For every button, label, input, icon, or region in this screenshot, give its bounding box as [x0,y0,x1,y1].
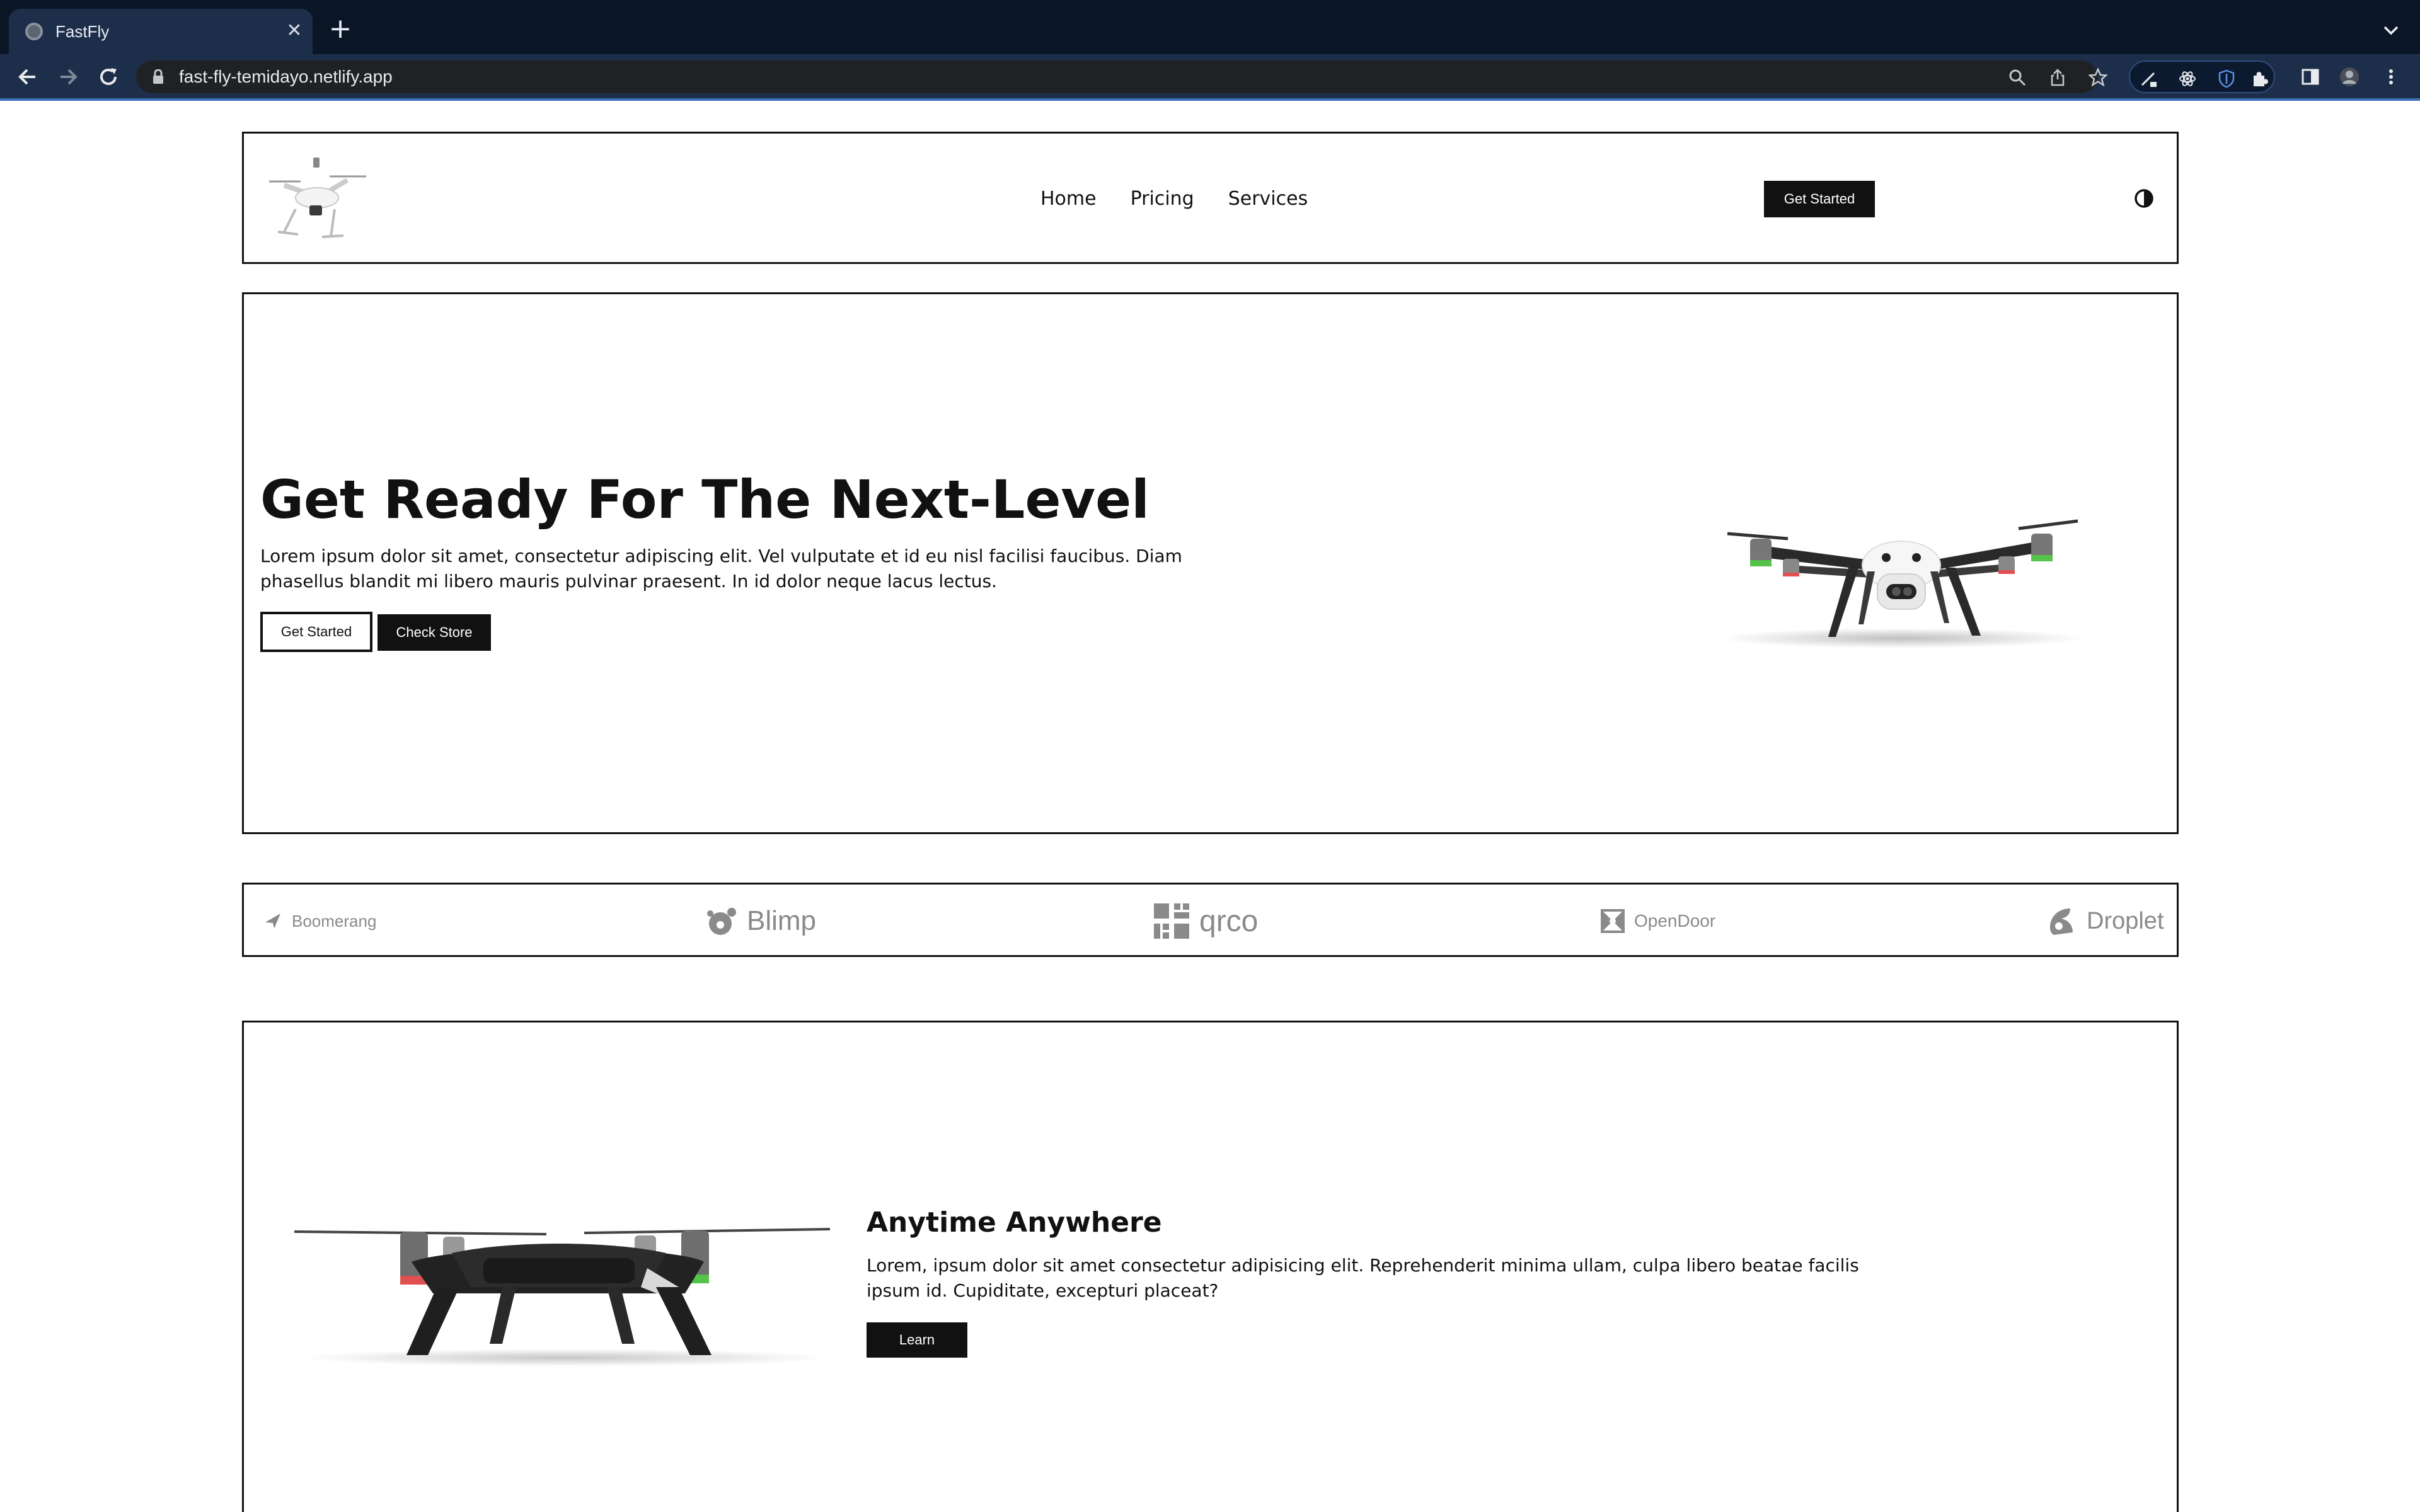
browser-tab[interactable]: FastFly ✕ [9,9,313,54]
qrco-icon [1154,903,1189,939]
brand-opendoor: OpenDoor [1600,901,1715,941]
zoom-icon[interactable] [2008,68,2027,87]
forward-arrow-icon[interactable] [55,64,81,89]
reload-icon[interactable] [96,64,121,89]
hero-title: Get Ready For The Next-Level [260,469,1150,530]
lock-icon [153,69,163,84]
shield-icon[interactable] [2217,69,2236,88]
hero-description: Lorem ipsum dolor sit amet, consectetur … [260,546,1182,592]
browser-toolbar: fast-fly-temidayo.netlify.app [0,54,2420,100]
brand-label: qrco [1199,904,1259,938]
react-devtools-icon[interactable] [2178,69,2197,88]
browser-menu-icon[interactable] [2381,67,2401,87]
extensions-group [2129,60,2275,93]
brand-label: Boomerang [292,911,377,931]
chevron-down-icon[interactable] [2380,19,2402,42]
side-panel-icon[interactable] [2300,67,2320,87]
check-store-button[interactable]: Check Store [377,614,491,651]
brand-label: Droplet [2087,907,2164,934]
boomerang-icon [265,914,280,929]
site-navbar: Home Pricing Services Get Started [242,132,2179,264]
tab-title: FastFly [55,22,110,41]
feature-section: Anytime Anywhere Lorem, ipsum dolor sit … [242,1021,2179,1512]
feature-drone-image [294,1228,831,1366]
brand-label: Blimp [747,905,817,936]
theme-toggle-icon[interactable] [2133,188,2155,209]
browser-tab-strip: FastFly ✕ + [0,0,2420,54]
avatar[interactable] [2339,67,2360,87]
close-tab-icon[interactable]: ✕ [282,19,306,43]
droplet-icon [2050,908,2073,935]
hero-get-started-button[interactable]: Get Started [260,612,372,652]
brand-boomerang: Boomerang [263,901,376,941]
nav-pricing-link[interactable]: Pricing [1131,186,1194,212]
opendoor-icon [1601,909,1625,933]
learn-button[interactable]: Learn [867,1322,967,1358]
brand-blimp: Blimp [705,901,816,941]
brand-qrco: qrco [1153,901,1258,941]
get-started-button[interactable]: Get Started [1764,181,1875,217]
puzzle-extensions-icon[interactable] [2250,69,2269,88]
feature-description: Lorem, ipsum dolor sit amet consectetur … [867,1255,1859,1301]
address-bar[interactable]: fast-fly-temidayo.netlify.app [136,60,2107,93]
brand-label: OpenDoor [1634,911,1716,931]
url-text[interactable]: fast-fly-temidayo.netlify.app [179,66,393,88]
new-tab-icon[interactable]: + [328,15,353,43]
favicon-icon [25,23,43,40]
feature-title: Anytime Anywhere [867,1206,1162,1239]
hero-section: Get Ready For The Next-Level Lorem ipsum… [242,292,2179,834]
nav-services-link[interactable]: Services [1228,186,1308,212]
brands-strip: Boomerang Blimp qrco OpenDoor Droplet [242,883,2179,957]
toolbar-divider [0,98,2420,101]
pen-extension-icon[interactable] [2139,69,2158,88]
brand-droplet: Droplet [2045,901,2164,941]
hero-drone-image [1719,519,2084,648]
bookmark-star-icon[interactable] [2089,68,2107,87]
blimp-icon [707,908,736,935]
share-icon[interactable] [2048,68,2067,87]
main-nav: Home Pricing Services [1040,186,1308,212]
back-arrow-icon[interactable] [15,64,40,89]
drone-logo[interactable] [259,149,372,249]
nav-home-link[interactable]: Home [1040,186,1097,212]
